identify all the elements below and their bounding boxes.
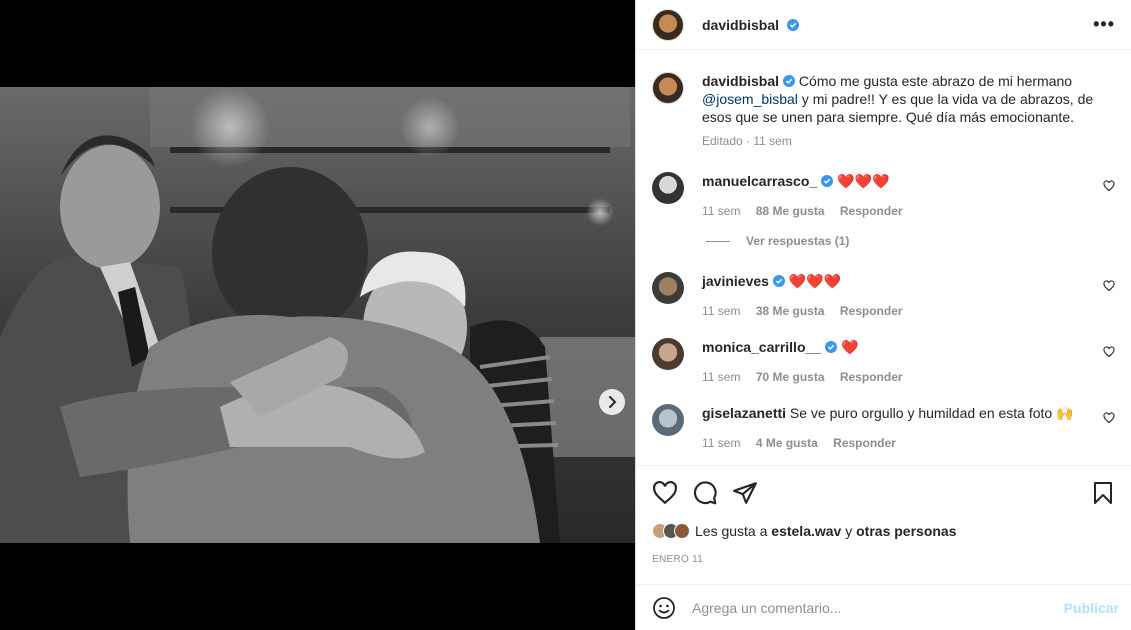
- post-actions: Les gusta a estela.wav y otras personas …: [636, 465, 1131, 585]
- photo-illustration: [0, 87, 635, 543]
- reply-button[interactable]: Responder: [840, 370, 903, 384]
- post-side-pane: davidbisbal ••• davidbisbal Cómo me gust…: [635, 0, 1131, 630]
- liker-avatar: [674, 523, 690, 539]
- caption-meta: Editado · 11 sem: [702, 134, 792, 148]
- comment-likes[interactable]: 4 Me gusta: [756, 436, 818, 450]
- caption-body: davidbisbal Cómo me gusta este abrazo de…: [702, 72, 1102, 150]
- add-comment-bar: Publicar: [636, 584, 1131, 630]
- comment-icon[interactable]: [692, 480, 718, 506]
- comment-text: Se ve puro orgullo y humildad en esta fo…: [789, 405, 1074, 421]
- replies-divider: [706, 240, 730, 242]
- comment-body: manuelcarrasco_ ❤️❤️❤️ 11 sem 88 Me gust…: [702, 172, 1082, 220]
- comment-input[interactable]: [692, 599, 1052, 616]
- heart-icon[interactable]: [1103, 346, 1115, 358]
- comment-username[interactable]: javinieves: [702, 273, 769, 289]
- comment-body: giselazanetti Se ve puro orgullo y humil…: [702, 404, 1082, 452]
- liked-by-middle: y: [841, 523, 857, 539]
- post-date[interactable]: ENERO 11: [652, 554, 703, 565]
- post-photo[interactable]: [0, 87, 635, 543]
- liked-by: Les gusta a estela.wav y otras personas: [652, 523, 957, 539]
- liked-by-user[interactable]: estela.wav: [771, 523, 841, 539]
- caption-text-prefix: Cómo me gusta este abrazo de mi hermano: [798, 73, 1073, 89]
- caption-mention[interactable]: @josem_bisbal: [702, 91, 798, 107]
- comment-item: javinieves ❤️❤️❤️ 11 sem 38 Me gusta Res…: [652, 272, 1115, 320]
- comments-section: davidbisbal Cómo me gusta este abrazo de…: [636, 56, 1131, 464]
- author-username-text[interactable]: davidbisbal: [702, 17, 779, 33]
- liked-by-others[interactable]: otras personas: [856, 523, 956, 539]
- comment-body: javinieves ❤️❤️❤️ 11 sem 38 Me gusta Res…: [702, 272, 1082, 320]
- reply-button[interactable]: Responder: [840, 304, 903, 318]
- more-options-button[interactable]: •••: [1093, 14, 1115, 35]
- caption-username[interactable]: davidbisbal: [702, 73, 779, 89]
- commenter-avatar[interactable]: [652, 172, 684, 204]
- reply-button[interactable]: Responder: [840, 204, 903, 218]
- comment-time[interactable]: 11 sem: [702, 304, 740, 318]
- reply-button[interactable]: Responder: [833, 436, 896, 450]
- comment-item: giselazanetti Se ve puro orgullo y humil…: [652, 404, 1115, 452]
- view-replies-button[interactable]: Ver respuestas (1): [706, 234, 849, 248]
- liked-by-text: Les gusta a estela.wav y otras personas: [695, 523, 957, 539]
- comment-text: ❤️❤️❤️: [837, 173, 890, 189]
- author-username[interactable]: davidbisbal: [702, 17, 799, 33]
- bookmark-icon[interactable]: [1091, 480, 1115, 506]
- comment-time[interactable]: 11 sem: [702, 436, 740, 450]
- liked-by-prefix: Les gusta a: [695, 523, 772, 539]
- next-photo-button[interactable]: [599, 389, 625, 415]
- share-icon[interactable]: [732, 480, 758, 506]
- action-icons: [652, 480, 1115, 506]
- caption-author-avatar[interactable]: [652, 72, 684, 104]
- comment-meta: 11 sem 4 Me gusta Responder: [702, 434, 1082, 452]
- comment-likes[interactable]: 38 Me gusta: [756, 304, 825, 318]
- comment-item: monica_carrillo__ ❤️ 11 sem 70 Me gusta …: [652, 338, 1115, 386]
- verified-icon: [786, 18, 799, 31]
- comment-time[interactable]: 11 sem: [702, 370, 740, 384]
- heart-icon[interactable]: [1103, 180, 1115, 192]
- comment-username[interactable]: monica_carrillo__: [702, 339, 821, 355]
- comment-text: ❤️: [840, 339, 859, 355]
- verified-icon: [825, 341, 838, 353]
- publish-button[interactable]: Publicar: [1064, 600, 1119, 616]
- comment-meta: 11 sem 88 Me gusta Responder: [702, 202, 1082, 220]
- chevron-right-icon: [609, 396, 617, 408]
- verified-icon: [821, 175, 834, 187]
- post-header: davidbisbal •••: [636, 0, 1131, 50]
- comment-likes[interactable]: 70 Me gusta: [756, 370, 825, 384]
- heart-icon[interactable]: [1103, 412, 1115, 424]
- emoji-icon[interactable]: [652, 596, 676, 620]
- comment-text: ❤️❤️❤️: [788, 273, 842, 289]
- commenter-avatar[interactable]: [652, 338, 684, 370]
- verified-icon: [772, 275, 785, 287]
- comment-body: monica_carrillo__ ❤️ 11 sem 70 Me gusta …: [702, 338, 1082, 386]
- comment-username[interactable]: giselazanetti: [702, 405, 786, 421]
- verified-icon: [783, 75, 796, 87]
- view-replies-label[interactable]: Ver respuestas (1): [746, 234, 849, 248]
- comment-time[interactable]: 11 sem: [702, 204, 740, 218]
- heart-icon[interactable]: [652, 480, 678, 506]
- comment-meta: 11 sem 38 Me gusta Responder: [702, 302, 1082, 320]
- author-avatar[interactable]: [652, 8, 684, 41]
- commenter-avatar[interactable]: [652, 404, 684, 436]
- heart-icon[interactable]: [1103, 280, 1115, 292]
- comment-meta: 11 sem 70 Me gusta Responder: [702, 368, 1082, 386]
- commenter-avatar[interactable]: [652, 272, 684, 304]
- comment-username[interactable]: manuelcarrasco_: [702, 173, 817, 189]
- media-pane: [0, 0, 635, 630]
- comment-item: manuelcarrasco_ ❤️❤️❤️ 11 sem 88 Me gust…: [652, 172, 1115, 220]
- instagram-post-view: davidbisbal ••• davidbisbal Cómo me gust…: [0, 0, 1131, 630]
- post-caption: davidbisbal Cómo me gusta este abrazo de…: [652, 72, 1115, 150]
- comment-likes[interactable]: 88 Me gusta: [756, 204, 825, 218]
